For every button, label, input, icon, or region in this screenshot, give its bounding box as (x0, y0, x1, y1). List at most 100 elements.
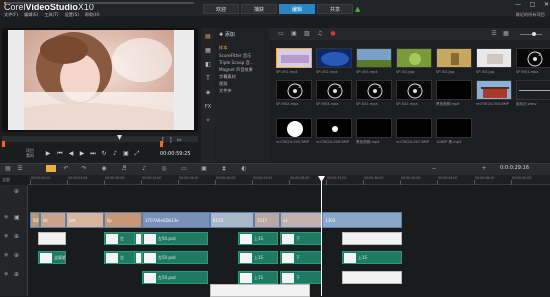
track-manager-icon[interactable] (46, 165, 56, 172)
recent-projects-label[interactable]: 最近的所有项目 (465, 12, 545, 18)
tab-edit[interactable]: 编辑 (279, 4, 315, 14)
auto-music-icon[interactable]: ♪ (140, 165, 148, 172)
folder-item[interactable]: 视频 (219, 81, 227, 87)
motion-track-icon[interactable]: ◎ (160, 165, 168, 172)
visibility-icon[interactable]: ◉ (4, 214, 8, 220)
visibility-icon[interactable]: ◉ (4, 252, 8, 258)
image-clip[interactable] (38, 232, 66, 245)
undo-icon[interactable]: ↶ (62, 165, 70, 172)
media-thumbnail[interactable] (316, 48, 352, 68)
folder-item[interactable]: Triple Scoop 音... (219, 60, 254, 66)
media-thumbnail[interactable] (436, 80, 472, 100)
media-thumbnail[interactable]: ♪ (516, 48, 550, 68)
media-thumbnail[interactable] (396, 118, 432, 138)
record-icon[interactable]: ● (329, 30, 337, 38)
maximize-button[interactable]: □ (530, 1, 536, 9)
path-icon[interactable]: ✧ (203, 116, 213, 126)
overlay-clip[interactable]: 上1S (342, 251, 402, 264)
media-thumbnail[interactable] (396, 48, 432, 68)
menu-item[interactable]: 帮助(H) (85, 12, 100, 17)
overlay-clip[interactable]: 上1S (238, 232, 278, 245)
multicam-icon[interactable]: ▣ (200, 165, 208, 172)
tab-welcome[interactable]: 欢迎 (203, 4, 239, 14)
video-clip[interactable]: 1527 (254, 212, 280, 228)
transition-icon[interactable]: ◧ (203, 60, 213, 70)
overlay-clip[interactable]: 左 (134, 232, 142, 245)
folder-icon[interactable]: ▭ (277, 30, 285, 38)
video-clip[interactable]: 6153 (210, 212, 254, 228)
overlay-clip[interactable]: 下 (280, 232, 322, 245)
split-icon[interactable]: ✂ (177, 137, 182, 145)
title-icon[interactable]: T (203, 74, 213, 84)
enlarge-icon[interactable]: ⤢ (133, 150, 141, 158)
overlay-clip[interactable]: 左50.psd (142, 232, 208, 245)
overlay-track-3-icon[interactable]: ⊕ (14, 271, 19, 278)
mix-icon[interactable]: ♬ (120, 165, 128, 172)
media-thumbnail[interactable] (276, 48, 312, 68)
overlay-clip[interactable]: 下 (280, 271, 322, 284)
mark-in-icon[interactable]: [ (162, 137, 164, 145)
redo-icon[interactable]: ↷ (80, 165, 88, 172)
tab-capture[interactable]: 捕获 (241, 4, 277, 14)
overlay-clip[interactable]: 下 (280, 251, 322, 264)
preview-screen[interactable] (8, 30, 194, 130)
video-clip[interactable]: 3707A6e0Db13e (142, 212, 210, 228)
record-capture-icon[interactable]: ◉ (100, 165, 108, 172)
overlay-clip[interactable]: 上1S (238, 271, 278, 284)
trim-marker-start[interactable] (2, 141, 5, 147)
close-button[interactable]: ✕ (544, 1, 549, 9)
end-icon[interactable]: ⏭ (89, 150, 97, 158)
zoom-out-icon[interactable]: − (430, 165, 438, 172)
folder-item[interactable]: 文件夹 (219, 88, 232, 94)
fx-icon[interactable]: FX (203, 102, 213, 112)
media-thumbnail[interactable] (316, 118, 352, 138)
media-thumbnail[interactable]: ♪ (276, 80, 312, 100)
image-clip[interactable] (342, 271, 402, 284)
video-clip[interactable]: lip (104, 212, 142, 228)
add-folder-button[interactable]: ✚ 添加 (219, 31, 235, 38)
media-thumbnail[interactable] (516, 80, 550, 100)
video-clip[interactable]: e1 (280, 212, 322, 228)
media-icon[interactable]: ▤ (203, 32, 213, 42)
menu-item[interactable]: 编辑(E) (24, 12, 38, 17)
menu-item[interactable]: 工具(T) (44, 12, 58, 17)
visibility-icon[interactable]: ◉ (4, 233, 8, 239)
media-thumbnail[interactable] (276, 118, 312, 138)
instant-project-icon[interactable]: ▦ (203, 46, 213, 56)
video-clip[interactable]: 1303 (322, 212, 402, 228)
overlay-clip[interactable]: 全屏遮罩 (38, 251, 66, 264)
folder-item[interactable]: 字幕素材 (219, 74, 236, 80)
timeline-view-icon[interactable]: ☰ (16, 165, 24, 172)
image-clip[interactable] (342, 232, 402, 245)
media-thumbnail[interactable] (436, 118, 472, 138)
video-track-icon[interactable]: ▣ (14, 214, 20, 221)
hd-icon[interactable]: ▣ (122, 150, 130, 157)
thumb-view-icon[interactable]: ▦ (502, 30, 510, 38)
video-clip[interactable]: S01 (30, 212, 40, 228)
video-filter-icon[interactable]: ▣ (290, 30, 298, 38)
overlay-track-1-icon[interactable]: ⊕ (14, 233, 19, 240)
home-icon[interactable]: ⏮ (56, 150, 64, 158)
video-clip[interactable]: Set (66, 212, 104, 228)
minimize-button[interactable]: — (515, 1, 521, 9)
folder-item[interactable]: ScoreFitter 音乐 (219, 53, 251, 59)
zoom-in-icon[interactable]: + (480, 165, 488, 172)
photo-filter-icon[interactable]: ▨ (303, 30, 311, 38)
media-thumbnail[interactable] (476, 80, 512, 100)
repeat-icon[interactable]: ↻ (100, 150, 108, 157)
next-frame-icon[interactable]: ▶ (78, 150, 86, 157)
playhead[interactable] (321, 176, 322, 296)
storyboard-view-icon[interactable]: ▤ (4, 165, 12, 172)
folder-item[interactable]: Magnet 声音效果 (219, 67, 253, 73)
visibility-icon[interactable]: ◉ (4, 271, 8, 277)
folder-item[interactable]: 样本 (219, 45, 227, 51)
image-clip[interactable] (210, 284, 310, 297)
overlay-clip[interactable]: 左 (134, 251, 142, 264)
overlay-clip[interactable]: 左50.psd (142, 251, 208, 264)
tab-share[interactable]: 共享 (317, 4, 353, 14)
overlay-clip[interactable]: 左50.psd (142, 271, 208, 284)
time-remap-icon[interactable]: ⧗ (220, 165, 228, 173)
video-clip[interactable]: sh (40, 212, 66, 228)
player-timecode[interactable]: 00:00:59:25 (160, 151, 191, 157)
media-thumbnail[interactable]: ♪ (396, 80, 432, 100)
